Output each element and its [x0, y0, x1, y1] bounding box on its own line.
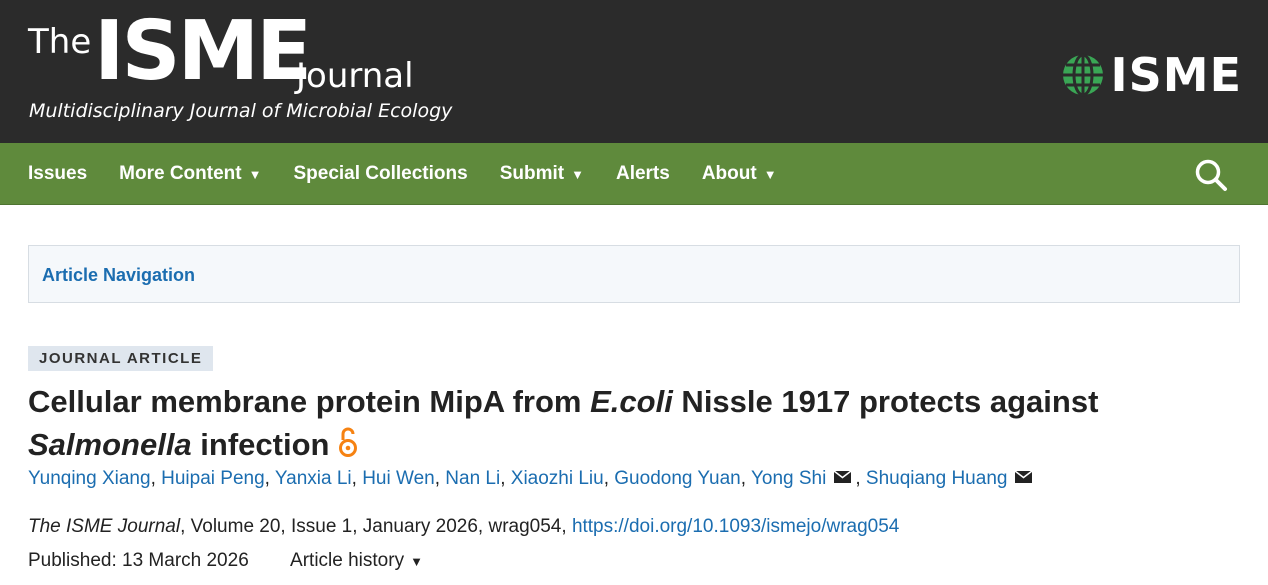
logo-the: The — [28, 22, 92, 62]
article-history-toggle[interactable]: Article history ▼ — [290, 550, 423, 571]
journal-tagline: Multidisciplinary Journal of Microbial E… — [29, 100, 453, 122]
logo-isme: ISME — [94, 4, 312, 99]
search-icon[interactable] — [1194, 158, 1228, 192]
isme-society-logo[interactable]: ISME — [1061, 48, 1242, 102]
globe-icon — [1062, 53, 1103, 97]
author-link[interactable]: Yanxia Li — [275, 468, 352, 489]
nav-special-collections[interactable]: Special Collections — [293, 163, 467, 185]
nav-label: Submit — [499, 162, 565, 184]
journal-name: The ISME Journal — [28, 516, 181, 537]
logo-journal: Journal — [296, 56, 414, 96]
article-navigation-panel: Article Navigation — [28, 245, 1240, 303]
nav-label: Alerts — [615, 162, 670, 184]
author-link[interactable]: Nan Li — [445, 468, 500, 489]
masthead: The ISME Journal Multidisciplinary Journ… — [0, 0, 1268, 143]
caret-down-icon: ▼ — [248, 166, 262, 182]
open-access-icon[interactable] — [337, 426, 359, 458]
nav-alerts[interactable]: Alerts — [616, 163, 670, 185]
publication-info: Published: 13 March 2026 Article history… — [28, 550, 423, 572]
author-link[interactable]: Yong Shi — [751, 468, 826, 489]
author-link[interactable]: Huipai Peng — [161, 468, 265, 489]
citation-details: , Volume 20, Issue 1, January 2026, wrag… — [180, 516, 572, 537]
title-text: infection — [191, 427, 330, 462]
caret-down-icon: ▼ — [410, 554, 423, 569]
nav-more-content[interactable]: More Content ▼ — [119, 163, 261, 185]
nav-about[interactable]: About ▼ — [702, 163, 777, 185]
published-label: Published: — [28, 550, 117, 571]
caret-down-icon: ▼ — [763, 166, 777, 182]
nav-label: Special Collections — [293, 162, 468, 184]
title-italic: E.coli — [590, 384, 673, 419]
author-link[interactable]: Xiaozhi Liu — [511, 468, 604, 489]
nav-issues[interactable]: Issues — [28, 163, 87, 185]
title-text: Nissle 1917 protects against — [672, 384, 1099, 419]
title-italic: Salmonella — [28, 427, 192, 462]
author-link[interactable]: Shuqiang Huang — [866, 468, 1008, 489]
history-label: Article history — [290, 550, 405, 571]
author-link[interactable]: Guodong Yuan — [614, 468, 740, 489]
nav-label: Issues — [28, 162, 88, 184]
article-title: Cellular membrane protein MipA from E.co… — [28, 380, 1243, 466]
main-nav: Issues More Content ▼ Special Collections… — [0, 143, 1268, 205]
article-type-badge: JOURNAL ARTICLE — [28, 346, 214, 371]
nav-label: More Content — [119, 162, 242, 184]
published-date: 13 March 2026 — [122, 550, 249, 571]
email-icon[interactable] — [1015, 471, 1033, 483]
nav-label: About — [701, 162, 757, 184]
caret-down-icon: ▼ — [571, 166, 584, 182]
author-list: Yunqing Xiang, Huipai Peng, Yanxia Li, H… — [28, 468, 1036, 490]
society-name: ISME — [1110, 48, 1242, 102]
nav-submit[interactable]: Submit ▼ — [500, 163, 584, 185]
article-navigation-link[interactable]: Article Navigation — [42, 265, 195, 286]
title-text: Cellular membrane protein MipA from — [28, 384, 591, 419]
doi-link[interactable]: https://doi.org/10.1093/ismejo/wrag054 — [572, 516, 899, 537]
author-link[interactable]: Hui Wen — [362, 468, 435, 489]
author-link[interactable]: Yunqing Xiang — [28, 468, 151, 489]
citation-line: The ISME Journal, Volume 20, Issue 1, Ja… — [28, 516, 899, 538]
email-icon[interactable] — [834, 471, 852, 483]
